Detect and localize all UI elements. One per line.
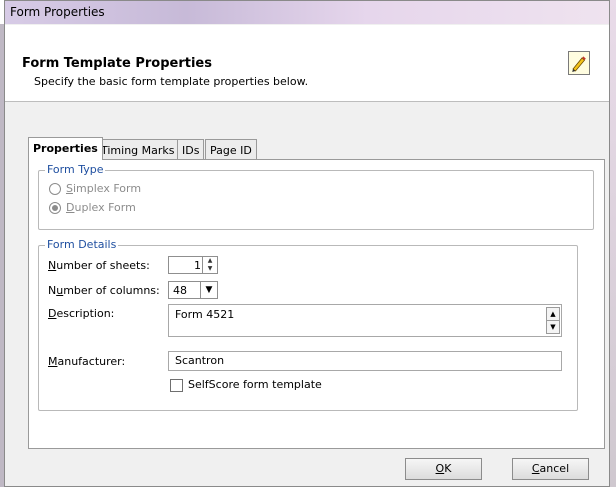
number-of-columns-select[interactable]: 48 ▼ [168,281,218,299]
tab-timing-marks[interactable]: Timing Marks [96,139,180,160]
form-details-group: Form Details Number of sheets: 1 ▲ ▼ Num… [38,238,578,411]
form-type-group: Form Type Simplex Form Duplex Form [38,163,594,230]
manufacturer-field[interactable]: Scantron [168,351,562,371]
number-of-columns-label: Number of columns: [48,284,160,297]
form-properties-dialog: Form Properties Form Template Properties… [4,0,610,487]
sheets-value: 1 [194,259,201,272]
number-of-sheets-label: Number of sheets: [48,259,150,272]
tab-ids[interactable]: IDs [177,139,205,160]
button-label: Cancel [531,462,570,475]
tab-page-id[interactable]: Page ID [205,139,257,160]
scroll-down-icon[interactable]: ▼ [546,320,560,334]
selfscore-checkbox[interactable] [170,379,183,392]
number-of-sheets-spinner[interactable]: 1 ▲ ▼ [168,256,218,274]
cancel-button[interactable]: Cancel [512,458,589,480]
description-value: Form 4521 [175,308,235,321]
header-subtitle: Specify the basic form template properti… [34,75,309,88]
simplex-form-radio[interactable]: Simplex Form [49,182,141,195]
columns-value: 48 [173,284,187,297]
dialog-titlebar[interactable]: Form Properties [5,1,609,24]
radio-label: Simplex Form [66,182,142,195]
scroll-up-icon[interactable]: ▲ [546,307,560,321]
selfscore-label: SelfScore form template [188,378,322,391]
tab-label: Page ID [210,144,252,157]
description-scrollbar[interactable]: ▲ ▼ [546,306,560,335]
duplex-form-radio[interactable]: Duplex Form [49,201,136,214]
form-details-legend: Form Details [45,238,119,251]
header-title: Form Template Properties [22,56,212,71]
radio-label: Duplex Form [66,201,136,214]
properties-tab-panel: Form Type Simplex Form Duplex Form Form … [28,159,605,449]
description-field[interactable]: Form 4521 ▲ ▼ [168,304,562,337]
manufacturer-value: Scantron [175,354,225,367]
dialog-title: Form Properties [10,5,105,19]
form-type-legend: Form Type [45,163,106,176]
manufacturer-label: Manufacturer: [48,355,126,368]
tab-properties[interactable]: Properties [28,137,103,160]
dialog-header: Form Template Properties Specify the bas… [5,25,609,102]
button-label: OK [435,462,452,475]
ok-button[interactable]: OK [405,458,482,480]
spinner-buttons[interactable]: ▲ ▼ [202,257,217,273]
radio-button-selected[interactable] [49,201,61,214]
spin-down-icon[interactable]: ▼ [203,265,217,273]
tab-label: Properties [33,142,98,155]
spin-up-icon[interactable]: ▲ [203,257,217,265]
tab-label: IDs [182,144,200,157]
radio-button[interactable] [49,182,61,195]
edit-pencil-icon [568,51,590,75]
tab-label: Timing Marks [101,144,175,157]
description-label: Description: [48,307,115,320]
chevron-down-icon[interactable]: ▼ [200,282,217,298]
